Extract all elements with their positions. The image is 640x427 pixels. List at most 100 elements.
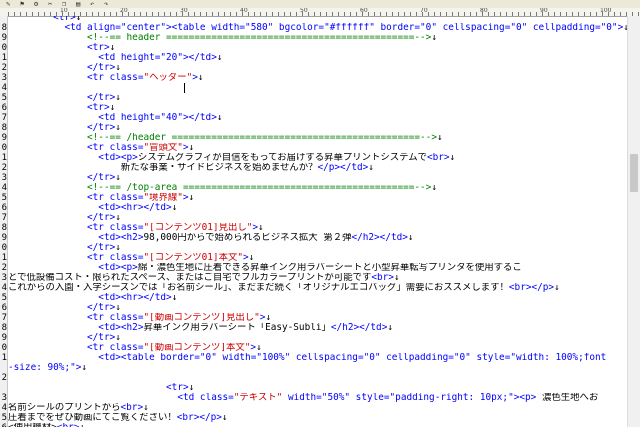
code-line[interactable]: <!--== header ==========================… bbox=[8, 33, 628, 43]
code-token: </h2></td> bbox=[351, 233, 408, 243]
code-token: <br></p> bbox=[508, 283, 555, 293]
code-line[interactable]: </tr>↓ bbox=[8, 173, 628, 183]
code-token: ↓ bbox=[188, 383, 195, 393]
code-line[interactable]: 新たな事業・サイドビジネスを始めませんか？</p></td>↓ bbox=[8, 163, 628, 173]
code-token: ↓ bbox=[216, 53, 223, 63]
code-line[interactable]: <td height="20"></td>↓ bbox=[8, 53, 628, 63]
code-token: <tr class= bbox=[8, 143, 144, 153]
code-line[interactable]: <!--== /header =========================… bbox=[8, 133, 628, 143]
line-number: 5 bbox=[1, 413, 7, 423]
code-token: 濃色生地へお bbox=[541, 393, 599, 403]
code-token: <td><h2> bbox=[8, 233, 144, 243]
scrollbar-thumb[interactable] bbox=[630, 154, 638, 192]
gear-icon[interactable]: ⚙ bbox=[34, 0, 38, 8]
code-line[interactable]: <tr class="[動画コンテンツ]見出し">↓ bbox=[8, 313, 628, 323]
code-token: ↓ bbox=[115, 173, 121, 183]
line-number: 7 bbox=[1, 213, 7, 223]
line-number: 1 bbox=[1, 53, 7, 63]
pencil-icon[interactable]: ✎ bbox=[6, 0, 10, 8]
code-line[interactable] bbox=[8, 83, 628, 93]
code-line[interactable]: <td><h2>98,000円からで始められるビジネス拡大 第２弾</h2></… bbox=[8, 233, 628, 243]
code-line[interactable]: <td><table border="0" width="100%" cells… bbox=[8, 353, 628, 363]
code-token: <!--== /header =========================… bbox=[8, 133, 437, 143]
code-line[interactable] bbox=[8, 373, 628, 383]
line-number: 2 bbox=[1, 263, 7, 273]
code-token: ↓ bbox=[109, 103, 116, 113]
code-token: ↓ bbox=[554, 283, 560, 293]
code-token: <br></p> bbox=[176, 413, 222, 423]
code-line[interactable]: <tr class="[コンテンツ01]見出し">↓ bbox=[8, 223, 628, 233]
code-line[interactable]: </tr>↓ bbox=[8, 93, 628, 103]
code-line[interactable]: 名前シールのプリントから<br>↓ bbox=[8, 403, 628, 413]
code-line[interactable]: <!--== /top-area =======================… bbox=[8, 183, 628, 193]
code-token: "[コンテンツ01]本文" bbox=[143, 253, 243, 263]
code-line[interactable]: <tr class="[動画コンテンツ]本文">↓ bbox=[8, 343, 628, 353]
code-line[interactable]: <td><hr></td>↓ bbox=[8, 293, 628, 303]
code-editor[interactable]: <tr>↓ <td align="center"><table width="5… bbox=[8, 16, 628, 427]
code-line[interactable]: <tr>↓ bbox=[8, 383, 628, 393]
code-line[interactable]: <td class="テキスト" width="50%" style="padd… bbox=[8, 393, 628, 403]
line-number: 0 bbox=[1, 143, 7, 153]
redo-icon[interactable]: ↷ bbox=[104, 0, 108, 8]
code-line[interactable]: <td height="40"></td>↓ bbox=[8, 113, 628, 123]
line-number: 9 bbox=[1, 333, 7, 343]
code-token: ↓ bbox=[368, 163, 374, 173]
code-token: ↓ bbox=[115, 63, 121, 73]
code-token: <td><h2> bbox=[8, 323, 144, 333]
line-number: 8 bbox=[1, 223, 7, 233]
vertical-scrollbar[interactable] bbox=[627, 16, 640, 427]
line-number: 0 bbox=[1, 343, 7, 353]
line-number: 1 bbox=[1, 253, 7, 263]
cut-icon[interactable]: ✂ bbox=[48, 0, 52, 8]
code-line[interactable]: <tr class="境界線">↓ bbox=[8, 193, 628, 203]
code-token: ↓ bbox=[115, 243, 121, 253]
code-token: "テキスト" bbox=[233, 393, 283, 403]
code-token: ↓ bbox=[265, 313, 272, 323]
code-token: <tr> bbox=[8, 103, 110, 113]
line-number: 6 bbox=[1, 103, 7, 113]
code-line[interactable]: 圧着までをぜひ動画にてご覧ください！<br></p>↓ bbox=[8, 413, 628, 423]
code-line[interactable]: </tr>↓ bbox=[8, 243, 628, 253]
code-token: "[動画コンテンツ]本文" bbox=[143, 343, 251, 353]
code-line[interactable]: </tr>↓ bbox=[8, 213, 628, 223]
code-line[interactable]: <tr class="[コンテンツ01]本文">↓ bbox=[8, 253, 628, 263]
code-token: </p></td> bbox=[317, 163, 369, 173]
code-line[interactable]: <td><p>綿・濃色生地に圧着できる昇華インク用ラバーシートと小型昇華転写プリ… bbox=[8, 263, 628, 273]
code-token: ↓ bbox=[109, 43, 116, 53]
code-line[interactable]: </tr>↓ bbox=[8, 123, 628, 133]
code-token: ↓ bbox=[216, 113, 223, 123]
code-line[interactable]: <tr>↓ bbox=[8, 16, 628, 23]
copy-icon[interactable]: ❐ bbox=[62, 0, 66, 8]
code-line[interactable]: <tr class="冒頭文">↓ bbox=[8, 143, 628, 153]
code-token: "境界線" bbox=[143, 193, 183, 203]
code-line[interactable]: <tr>↓ bbox=[8, 103, 628, 113]
code-line[interactable]: とで低設備コスト・限られたスペース、またはご自宅でフルカラープリントが可能です<… bbox=[8, 273, 628, 283]
ruler-label: 10 bbox=[60, 8, 68, 14]
flag-icon[interactable]: ⚑ bbox=[20, 0, 24, 8]
code-token: <tr> bbox=[8, 383, 189, 393]
code-token: width="50%" style="padding-right: 10px;"… bbox=[282, 393, 542, 403]
code-line[interactable]: </tr>↓ bbox=[8, 63, 628, 73]
code-line[interactable]: -size: 90%;">↓ bbox=[8, 363, 628, 373]
code-line[interactable]: <td align="center"><table width="580" bg… bbox=[8, 23, 628, 33]
code-line[interactable]: <td><hr></td>↓ bbox=[8, 203, 628, 213]
code-token: ↓ bbox=[171, 203, 178, 213]
line-number: 3 bbox=[1, 173, 7, 183]
code-line[interactable]: <td><h2>昇華インク用ラバーシート「Easy-Subli」</h2></t… bbox=[8, 323, 628, 333]
code-line[interactable]: <使用機材><br>↓ bbox=[8, 423, 628, 427]
paste-icon[interactable]: ▤ bbox=[76, 0, 80, 8]
code-line[interactable]: </tr>↓ bbox=[8, 333, 628, 343]
code-line[interactable]: <tr>↓ bbox=[8, 43, 628, 53]
code-token: </tr> bbox=[8, 303, 116, 313]
code-line[interactable]: </tr>↓ bbox=[8, 303, 628, 313]
undo-icon[interactable]: ↶ bbox=[90, 0, 94, 8]
code-token: ↓ bbox=[221, 413, 228, 423]
ruler-label: 40 bbox=[240, 8, 248, 14]
code-line[interactable]: <tr class="ヘッダー">↓ bbox=[8, 73, 628, 83]
code-token: </tr> bbox=[8, 243, 116, 253]
code-line[interactable]: これからの入園・入学シーズンでは「お名前シール」、まだまだ続く「オリジナルエコバ… bbox=[8, 283, 628, 293]
line-number: 1 bbox=[1, 353, 7, 363]
code-token: <br> bbox=[57, 423, 80, 427]
code-line[interactable]: <td><p>システムグラフィが自信をもってお届けする昇華プリントシステムで<b… bbox=[8, 153, 628, 163]
code-token: "冒頭文" bbox=[143, 143, 183, 153]
